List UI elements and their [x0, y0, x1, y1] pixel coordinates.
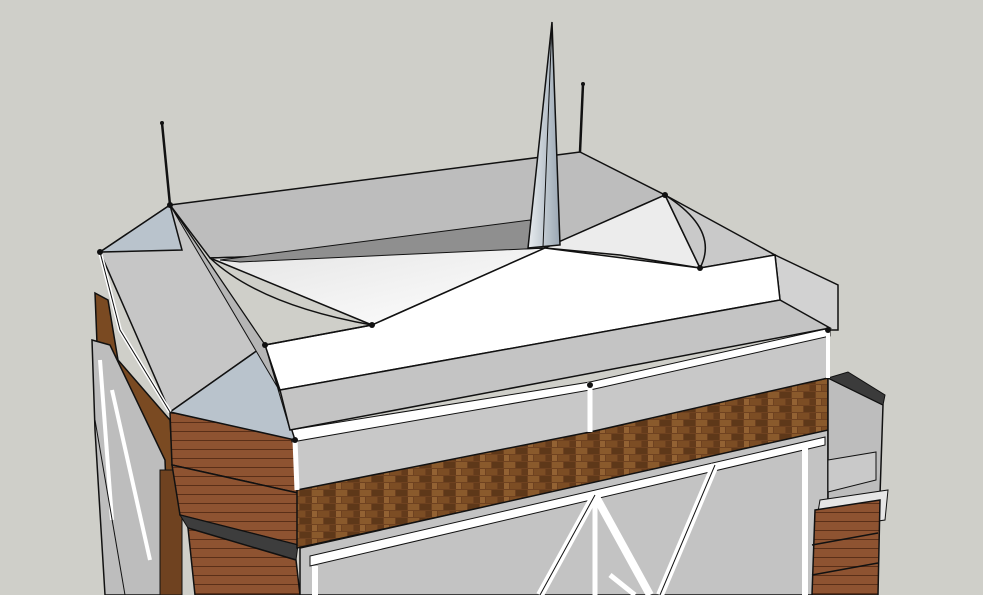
model-viewport[interactable]	[0, 0, 983, 595]
antenna-right	[578, 82, 585, 153]
spire	[527, 21, 561, 249]
antenna-left	[160, 121, 172, 206]
siding-band	[169, 411, 301, 595]
building-rooftop-model	[91, 21, 889, 595]
